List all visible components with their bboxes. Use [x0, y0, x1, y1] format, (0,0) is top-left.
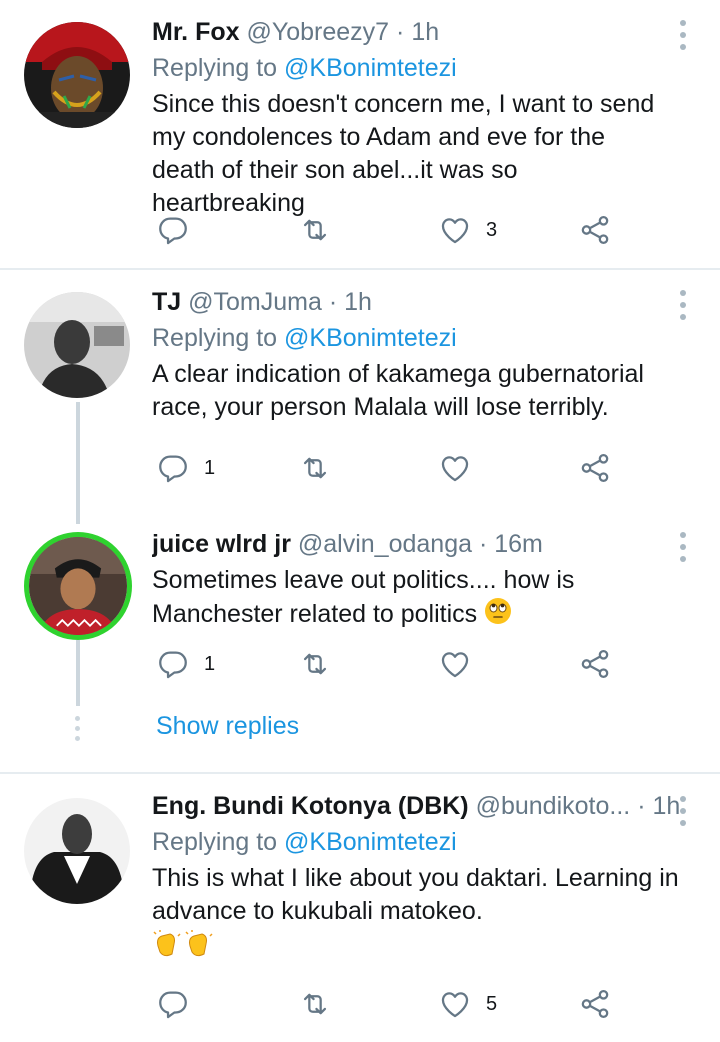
retweet-button[interactable]: [298, 210, 332, 250]
share-icon: [578, 647, 612, 681]
separator-dot: ·: [478, 530, 488, 558]
tweet-3[interactable]: juice wlrd jr @alvin_odanga · 16m Someti…: [0, 512, 720, 702]
tweet-header: Mr. Fox @Yobreezy7 · 1h: [152, 16, 670, 48]
reply-icon: [156, 987, 190, 1021]
timestamp[interactable]: 1h: [652, 792, 680, 820]
thread-line: [76, 402, 80, 524]
replying-to-mention[interactable]: @KBonimtetezi: [284, 54, 457, 82]
reply-icon: [156, 213, 190, 247]
more-icon[interactable]: [678, 20, 688, 54]
user-handle[interactable]: @bundikoto...: [476, 792, 631, 820]
user-handle[interactable]: @Yobreezy7: [246, 18, 389, 46]
separator-dot: ·: [396, 18, 405, 46]
replying-to: Replying to @KBonimtetezi: [152, 322, 670, 354]
tweet-4[interactable]: Eng. Bundi Kotonya (DBK) @bundikoto... ·…: [0, 774, 720, 1042]
tweet-header: Eng. Bundi Kotonya (DBK) @bundikoto... ·…: [152, 790, 680, 822]
replying-to: Replying to @KBonimtetezi: [152, 52, 670, 84]
tweet-header: TJ @TomJuma · 1h: [152, 286, 670, 318]
reply-button[interactable]: 1: [156, 644, 215, 684]
reply-count: 1: [204, 456, 216, 479]
tweet-actions: 5: [152, 984, 632, 1024]
separator-dot: ·: [328, 288, 338, 316]
tweet-text: A clear indication of kakamega gubernato…: [152, 360, 644, 421]
avatar[interactable]: [24, 292, 130, 398]
tweet-text: This is what I like about you daktari. L…: [152, 864, 679, 925]
replying-to-label: Replying to: [152, 54, 285, 82]
tweet-2[interactable]: TJ @TomJuma · 1h Replying to @KBonimtete…: [0, 270, 720, 510]
reply-button[interactable]: [156, 984, 204, 1024]
replying-to: Replying to @KBonimtetezi: [152, 826, 680, 858]
replying-to-label: Replying to: [152, 324, 285, 352]
like-count: 3: [486, 218, 498, 241]
reply-icon: [156, 451, 190, 485]
retweet-button[interactable]: [298, 448, 332, 488]
retweet-icon: [298, 647, 332, 681]
share-button[interactable]: [578, 448, 612, 488]
more-icon[interactable]: [678, 290, 688, 324]
like-button[interactable]: [438, 448, 486, 488]
share-icon: [578, 987, 612, 1021]
retweet-icon: [298, 987, 332, 1021]
more-icon[interactable]: [678, 532, 688, 566]
face-with-rolling-eyes-icon: [484, 597, 512, 634]
like-icon: [438, 647, 472, 681]
reply-count: 1: [204, 652, 216, 675]
separator-dot: ·: [637, 792, 646, 820]
like-icon: [438, 987, 472, 1021]
timestamp[interactable]: 1h: [344, 288, 372, 316]
share-button[interactable]: [578, 984, 612, 1024]
like-button[interactable]: 5: [438, 984, 497, 1024]
tweet-text: Since this doesn't concern me, I want to…: [152, 90, 655, 217]
display-name[interactable]: Mr. Fox: [152, 18, 240, 46]
share-icon: [578, 451, 612, 485]
display-name[interactable]: Eng. Bundi Kotonya (DBK): [152, 792, 469, 820]
user-handle[interactable]: @alvin_odanga: [298, 530, 472, 558]
show-replies-link[interactable]: Show replies: [156, 712, 299, 741]
replying-to-label: Replying to: [152, 828, 285, 856]
share-icon: [578, 213, 612, 247]
share-button[interactable]: [578, 210, 612, 250]
reply-icon: [156, 647, 190, 681]
timestamp[interactable]: 1h: [411, 18, 439, 46]
retweet-icon: [298, 451, 332, 485]
like-button[interactable]: 3: [438, 210, 497, 250]
avatar[interactable]: [24, 22, 130, 128]
display-name[interactable]: TJ: [152, 288, 181, 316]
thread-line: [76, 640, 80, 706]
retweet-icon: [298, 213, 332, 247]
avatar[interactable]: [24, 532, 132, 640]
display-name[interactable]: juice wlrd jr: [152, 530, 291, 558]
timestamp[interactable]: 16m: [494, 530, 543, 558]
reply-button[interactable]: [156, 210, 204, 250]
tweet-actions: 1: [152, 644, 632, 684]
tweet-header: juice wlrd jr @alvin_odanga · 16m: [152, 528, 670, 560]
thread-more-dots: [75, 716, 80, 746]
avatar[interactable]: [24, 798, 130, 904]
tweet-text: Sometimes leave out politics.... how is …: [152, 564, 670, 634]
more-icon[interactable]: [678, 796, 688, 830]
replying-to-mention[interactable]: @KBonimtetezi: [284, 828, 457, 856]
tweet-actions: 1: [152, 448, 632, 488]
like-icon: [438, 451, 472, 485]
share-button[interactable]: [578, 644, 612, 684]
reply-button[interactable]: 1: [156, 448, 215, 488]
retweet-button[interactable]: [298, 984, 332, 1024]
tweet-actions: 3: [152, 210, 632, 250]
retweet-button[interactable]: [298, 644, 332, 684]
user-handle[interactable]: @TomJuma: [188, 288, 322, 316]
clapping-hands-icon: [152, 930, 680, 965]
like-button[interactable]: [438, 644, 486, 684]
like-count: 5: [486, 992, 498, 1015]
like-icon: [438, 213, 472, 247]
replying-to-mention[interactable]: @KBonimtetezi: [284, 324, 457, 352]
tweet-1[interactable]: Mr. Fox @Yobreezy7 · 1h Replying to @KBo…: [0, 0, 720, 268]
